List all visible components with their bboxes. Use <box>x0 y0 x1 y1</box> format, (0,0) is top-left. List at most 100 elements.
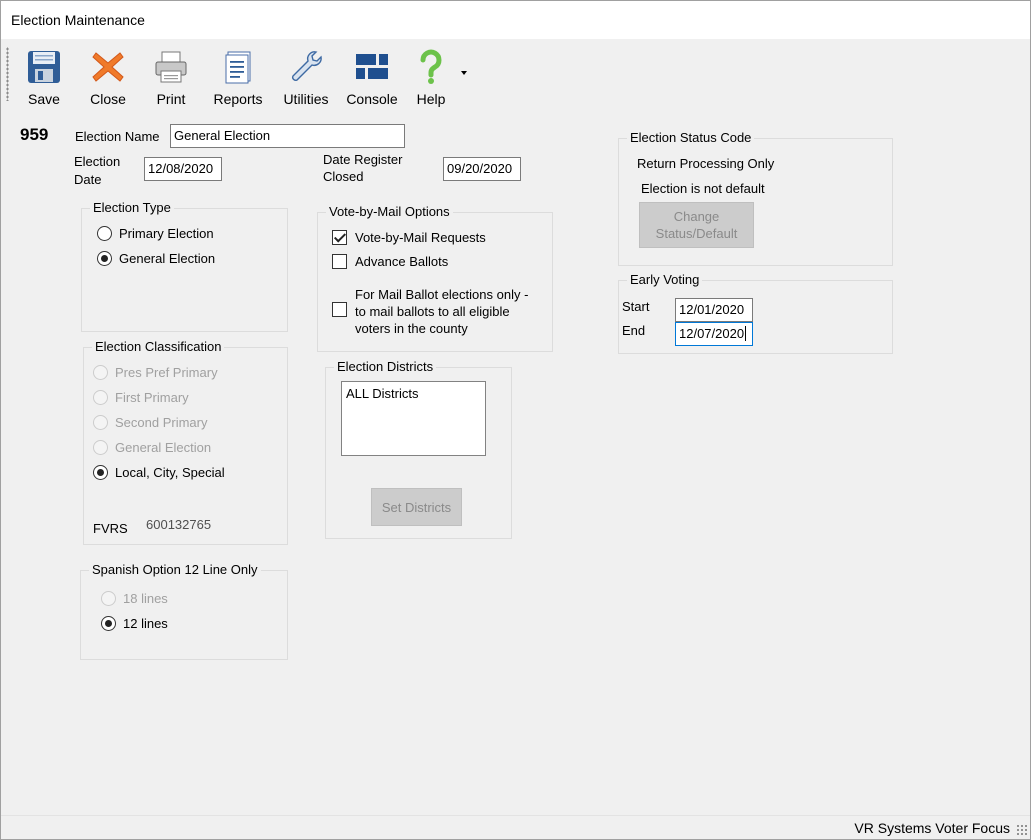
early-voting-end-value: 12/07/2020 <box>679 326 745 341</box>
reports-button[interactable]: Reports <box>208 47 268 107</box>
early-voting-group: Early Voting <box>618 272 893 354</box>
election-date-label-line2: Date <box>74 172 102 187</box>
radio-indicator <box>101 591 116 606</box>
list-item[interactable]: ALL Districts <box>346 386 481 401</box>
console-button[interactable]: Console <box>343 47 401 107</box>
spanish-option-title: Spanish Option 12 Line Only <box>89 562 261 577</box>
radio-label: General Election <box>115 440 212 455</box>
radio-12-lines[interactable]: 12 lines <box>101 616 168 631</box>
fvrs-label: FVRS <box>93 521 128 536</box>
mail-ballot-label: For Mail Ballot elections only - to mail… <box>355 286 528 337</box>
radio-general-election[interactable]: General Election <box>97 251 215 266</box>
status-line-not-default: Election is not default <box>641 181 765 196</box>
help-button[interactable]: Help <box>410 47 452 107</box>
radio-second-primary: Second Primary <box>93 415 207 430</box>
reports-label: Reports <box>213 91 263 107</box>
checkbox-mail-ballot-all-voters[interactable] <box>332 302 355 317</box>
utilities-icon <box>292 51 322 81</box>
date-register-closed-label-line1: Date Register <box>323 152 403 167</box>
mail-ballot-label-line2: to mail ballots to all eligible <box>355 304 510 319</box>
radio-local-city-special[interactable]: Local, City, Special <box>93 465 225 480</box>
election-id: 959 <box>20 125 49 144</box>
title-bar: Election Maintenance <box>1 1 1030 39</box>
radio-indicator <box>93 365 108 380</box>
vote-by-mail-options-title: Vote-by-Mail Options <box>326 204 453 219</box>
fvrs-value: 600132765 <box>146 517 212 532</box>
election-date-input[interactable]: 12/08/2020 <box>144 157 222 181</box>
election-classification-title: Election Classification <box>92 339 225 354</box>
toolbar-grip[interactable] <box>6 47 9 101</box>
radio-indicator <box>93 415 108 430</box>
early-voting-end-input[interactable]: 12/07/2020 <box>675 322 753 346</box>
change-status-default-button: Change Status/Default <box>639 202 754 248</box>
radio-indicator <box>93 440 108 455</box>
spanish-option-group: Spanish Option 12 Line Only <box>80 562 288 660</box>
console-icon <box>356 54 388 79</box>
radio-pres-pref-primary: Pres Pref Primary <box>93 365 218 380</box>
status-bar-text: VR Systems Voter Focus <box>854 820 1010 836</box>
early-voting-end-label: End <box>622 323 646 338</box>
reports-icon <box>225 51 251 84</box>
radio-label: Local, City, Special <box>115 465 225 480</box>
election-status-code-title: Election Status Code <box>627 130 755 145</box>
print-icon <box>155 51 187 83</box>
status-line-return-processing: Return Processing Only <box>637 156 775 171</box>
radio-18-lines: 18 lines <box>101 591 168 606</box>
checkbox-advance-ballots[interactable]: Advance Ballots <box>332 254 448 269</box>
mail-ballot-label-line3: voters in the county <box>355 321 468 336</box>
print-button[interactable]: Print <box>146 47 196 107</box>
radio-label: Second Primary <box>115 415 208 430</box>
radio-primary-election[interactable]: Primary Election <box>97 226 214 241</box>
radio-indicator <box>101 616 116 631</box>
radio-indicator <box>97 251 112 266</box>
close-label: Close <box>90 91 126 107</box>
save-button[interactable]: Save <box>20 47 68 107</box>
mail-ballot-label-line1: For Mail Ballot elections only - <box>355 287 529 302</box>
election-maintenance-window: Election Maintenance Save Close Print Re… <box>0 0 1031 840</box>
election-districts-title: Election Districts <box>334 359 437 374</box>
radio-indicator <box>97 226 112 241</box>
status-bar: VR Systems Voter Focus <box>1 815 1030 839</box>
election-type-title: Election Type <box>90 200 174 215</box>
checkbox-indicator <box>332 230 347 245</box>
radio-label: First Primary <box>115 390 189 405</box>
close-button[interactable]: Close <box>82 47 134 107</box>
radio-label: 18 lines <box>123 591 168 606</box>
toolbar: Save Close Print Reports Utilities Conso… <box>4 43 476 107</box>
election-name-label: Election Name <box>75 129 160 144</box>
radio-label: General Election <box>119 251 216 266</box>
radio-general-election-class: General Election <box>93 440 211 455</box>
utilities-label: Utilities <box>283 91 329 107</box>
help-icon <box>420 49 442 84</box>
date-register-closed-input[interactable]: 09/20/2020 <box>443 157 521 181</box>
radio-label: Pres Pref Primary <box>115 365 218 380</box>
radio-first-primary: First Primary <box>93 390 189 405</box>
save-icon <box>28 51 60 83</box>
resize-grip-icon[interactable] <box>1016 824 1028 836</box>
early-voting-start-label: Start <box>622 299 650 314</box>
date-register-closed-label-line2: Closed <box>323 169 364 184</box>
help-label: Help <box>416 91 446 107</box>
toolbar-overflow-arrow-icon[interactable] <box>461 71 467 75</box>
checkbox-vote-by-mail-requests[interactable]: Vote-by-Mail Requests <box>332 230 486 245</box>
checkbox-indicator <box>332 302 347 317</box>
districts-listbox[interactable]: ALL Districts <box>341 381 486 456</box>
radio-label: 12 lines <box>123 616 168 631</box>
early-voting-title: Early Voting <box>627 272 703 287</box>
utilities-button[interactable]: Utilities <box>277 47 335 107</box>
change-status-line1: Change <box>673 209 720 224</box>
console-label: Console <box>346 91 398 107</box>
election-name-input[interactable]: General Election <box>170 124 405 148</box>
election-date-label-line1: Election <box>74 154 121 169</box>
radio-indicator <box>93 390 108 405</box>
checkbox-label: Advance Ballots <box>355 254 449 269</box>
set-districts-button: Set Districts <box>371 488 462 526</box>
text-caret <box>745 326 747 341</box>
early-voting-start-input[interactable]: 12/01/2020 <box>675 298 753 322</box>
checkbox-label: Vote-by-Mail Requests <box>355 230 486 245</box>
radio-label: Primary Election <box>119 226 214 241</box>
print-label: Print <box>156 91 186 107</box>
change-status-line2: Status/Default <box>655 226 738 241</box>
window-title: Election Maintenance <box>11 12 145 28</box>
radio-indicator <box>93 465 108 480</box>
